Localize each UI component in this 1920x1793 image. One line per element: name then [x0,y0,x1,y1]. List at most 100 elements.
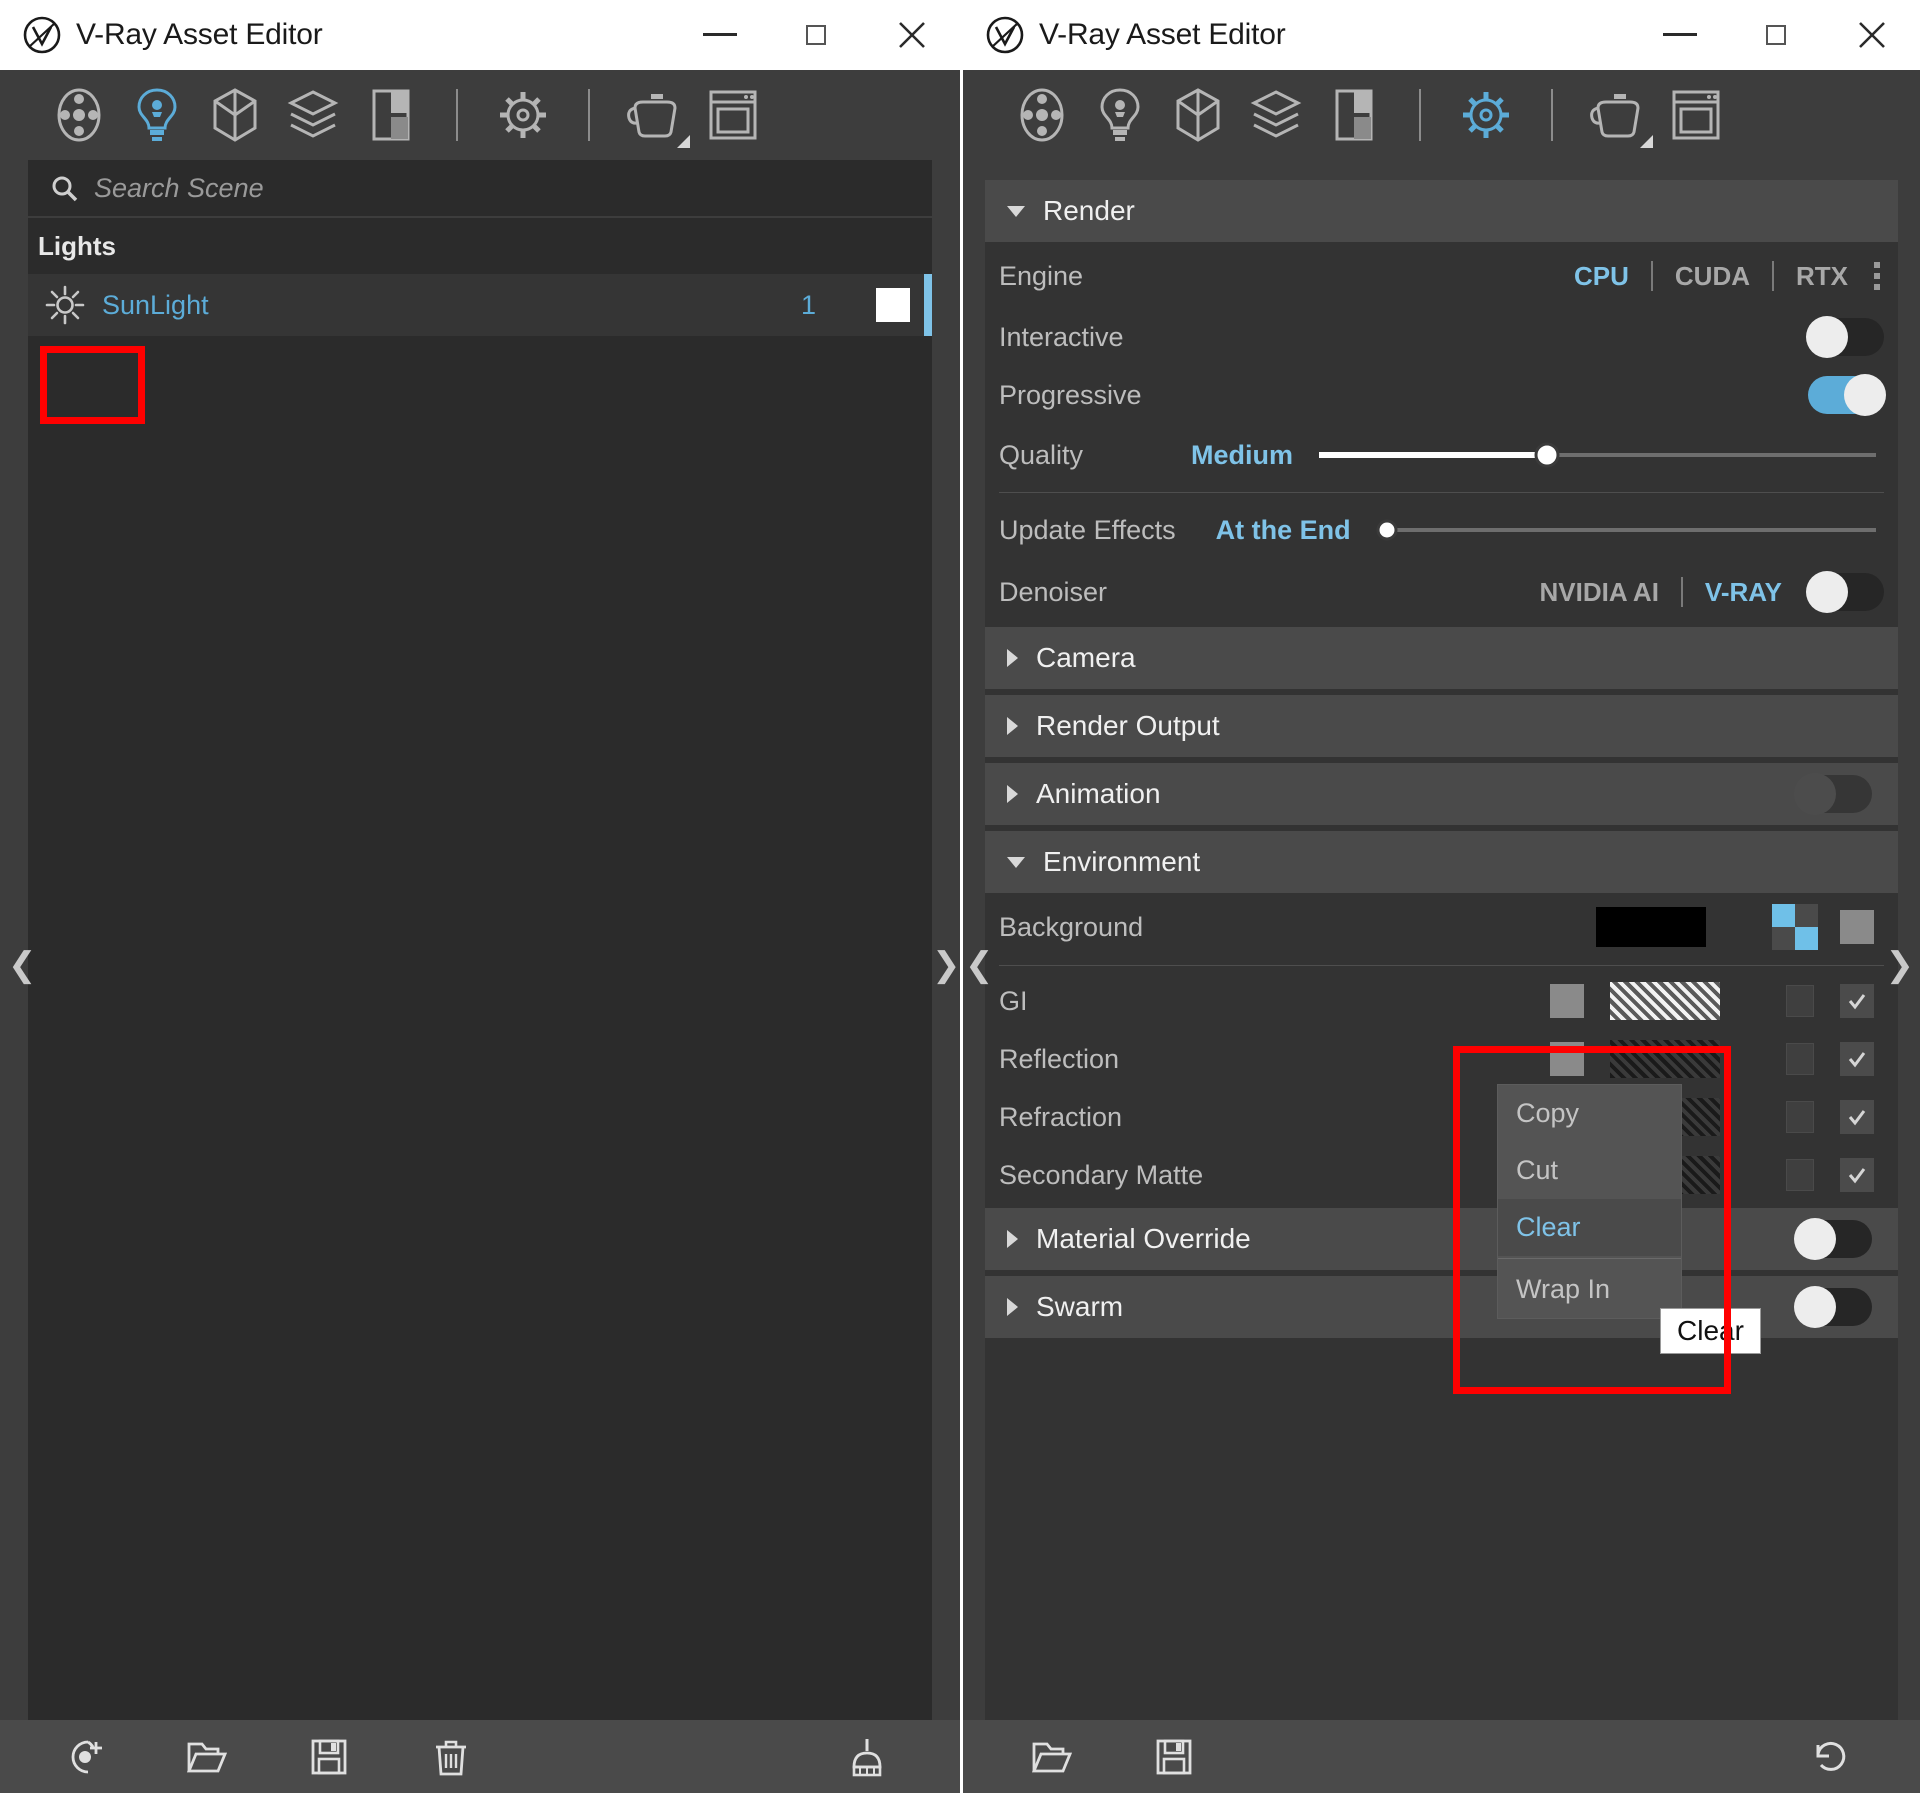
search-scene-bar[interactable]: Search Scene [28,160,932,216]
save-icon[interactable] [1137,1727,1211,1787]
close-button[interactable] [1824,1,1920,69]
context-menu-item-wrap-in[interactable]: Wrap In [1498,1261,1681,1318]
maximize-button[interactable] [768,1,864,69]
section-environment[interactable]: Environment [985,831,1898,893]
toolbar-divider-2 [1551,89,1553,141]
section-animation[interactable]: Animation [985,763,1898,825]
denoiser-toggle[interactable] [1808,573,1884,611]
frame-buffer-icon[interactable] [1657,80,1735,150]
secondary-matte-checkbox[interactable] [1840,1158,1874,1192]
geometry-icon[interactable] [1159,80,1237,150]
teapot-dropdown-corner-icon[interactable] [1640,135,1653,148]
textures-icon[interactable] [1237,80,1315,150]
material-override-toggle[interactable] [1796,1220,1872,1258]
animation-toggle[interactable] [1796,775,1872,813]
add-asset-icon[interactable] [48,1727,122,1787]
render-elements-icon[interactable] [1315,80,1393,150]
right-window-expand-chevron[interactable]: ❯ [1886,945,1915,985]
engine-option-cuda[interactable]: CUDA [1671,261,1754,292]
section-swarm[interactable]: Swarm [985,1276,1898,1338]
search-input[interactable]: Search Scene [94,173,264,204]
row-engine: Engine CPU CUDA RTX [985,244,1898,308]
teapot-render-icon[interactable] [1579,80,1657,150]
left-bottom-toolbar [0,1720,960,1793]
quality-slider[interactable] [1319,436,1876,474]
frame-buffer-icon[interactable] [694,80,772,150]
context-menu-item-clear[interactable]: Clear [1498,1199,1681,1256]
section-camera[interactable]: Camera [985,627,1898,689]
render-elements-icon[interactable] [352,80,430,150]
geometry-icon[interactable] [196,80,274,150]
reflection-checkbox[interactable] [1840,1042,1874,1076]
render-elements-glyph [1333,86,1375,144]
settings-gear-icon[interactable] [1447,80,1525,150]
slider-handle[interactable] [1376,520,1397,541]
interactive-toggle[interactable] [1808,318,1884,356]
row-refraction: Refraction [985,1088,1898,1146]
maximize-button[interactable] [1728,1,1824,69]
screenshot-root: V-Ray Asset Editor [0,0,1920,1793]
context-menu-item-cut[interactable]: Cut [1498,1142,1681,1199]
teapot-render-icon[interactable] [616,80,694,150]
teapot-dropdown-corner-icon[interactable] [677,135,690,148]
left-window-expand-chevron[interactable]: ❯ [932,945,961,985]
lights-icon[interactable] [1081,80,1159,150]
minimize-button[interactable] [1632,1,1728,69]
minimize-button[interactable] [672,1,768,69]
purge-broom-icon[interactable] [830,1727,904,1787]
update-effects-slider[interactable] [1377,511,1876,549]
swarm-toggle[interactable] [1796,1288,1872,1326]
background-checker-icon[interactable] [1772,904,1818,950]
toolbar-divider-1 [456,89,458,141]
save-icon[interactable] [292,1727,366,1787]
reflection-texture-slot[interactable] [1786,1043,1814,1075]
teapot-glyph [1590,88,1646,142]
materials-icon[interactable] [40,80,118,150]
geometry-glyph [1174,86,1222,144]
textures-glyph [1250,86,1302,144]
delete-trash-icon[interactable] [414,1727,488,1787]
settings-gear-icon[interactable] [484,80,562,150]
section-render[interactable]: Render [985,180,1898,242]
section-animation-title: Animation [1036,778,1161,810]
refraction-texture-slot[interactable] [1786,1101,1814,1133]
slider-handle[interactable] [1535,443,1560,468]
lights-icon[interactable] [118,80,196,150]
background-color-swatch[interactable] [1596,907,1706,947]
section-material-override[interactable]: Material Override [985,1208,1898,1270]
texture-context-menu[interactable]: Copy Cut Clear Wrap In [1497,1084,1682,1319]
right-bottom-toolbar [963,1720,1920,1793]
gi-color-swatch[interactable] [1550,984,1584,1018]
progressive-toggle[interactable] [1808,376,1884,414]
check-icon [1847,991,1867,1011]
asset-row-sunlight[interactable]: SunLight 1 [28,274,932,336]
textures-icon[interactable] [274,80,352,150]
sun-light-icon [28,285,102,325]
gi-checkbox[interactable] [1840,984,1874,1018]
revert-undo-icon[interactable] [1794,1727,1868,1787]
materials-icon[interactable] [1003,80,1081,150]
engine-option-cpu[interactable]: CPU [1570,261,1633,292]
kebab-menu-icon[interactable] [1874,262,1880,290]
reflection-texture-swatch[interactable] [1610,1040,1720,1078]
right-window-collapse-chevron[interactable]: ❮ [965,945,994,985]
open-folder-icon[interactable] [1015,1727,1089,1787]
background-extra-swatch[interactable] [1840,910,1874,944]
left-window-collapse-chevron[interactable]: ❮ [8,945,37,985]
open-folder-icon[interactable] [170,1727,244,1787]
engine-option-rtx[interactable]: RTX [1792,261,1852,292]
denoiser-option-nvidia-ai[interactable]: NVIDIA AI [1536,577,1663,608]
close-button[interactable] [864,1,960,69]
asset-color-swatch[interactable] [876,288,910,322]
secondary-matte-texture-slot[interactable] [1786,1159,1814,1191]
quality-value: Medium [1191,440,1293,471]
section-render-output[interactable]: Render Output [985,695,1898,757]
gi-texture-swatch[interactable] [1610,982,1720,1020]
reflection-color-swatch[interactable] [1550,1042,1584,1076]
refraction-checkbox[interactable] [1840,1100,1874,1134]
gi-texture-slot[interactable] [1786,985,1814,1017]
context-menu-item-copy[interactable]: Copy [1498,1085,1681,1142]
asset-selection-indicator [924,274,932,336]
denoiser-option-vray[interactable]: V-RAY [1701,577,1786,608]
right-asset-editor-window: V-Ray Asset Editor [963,0,1920,1793]
